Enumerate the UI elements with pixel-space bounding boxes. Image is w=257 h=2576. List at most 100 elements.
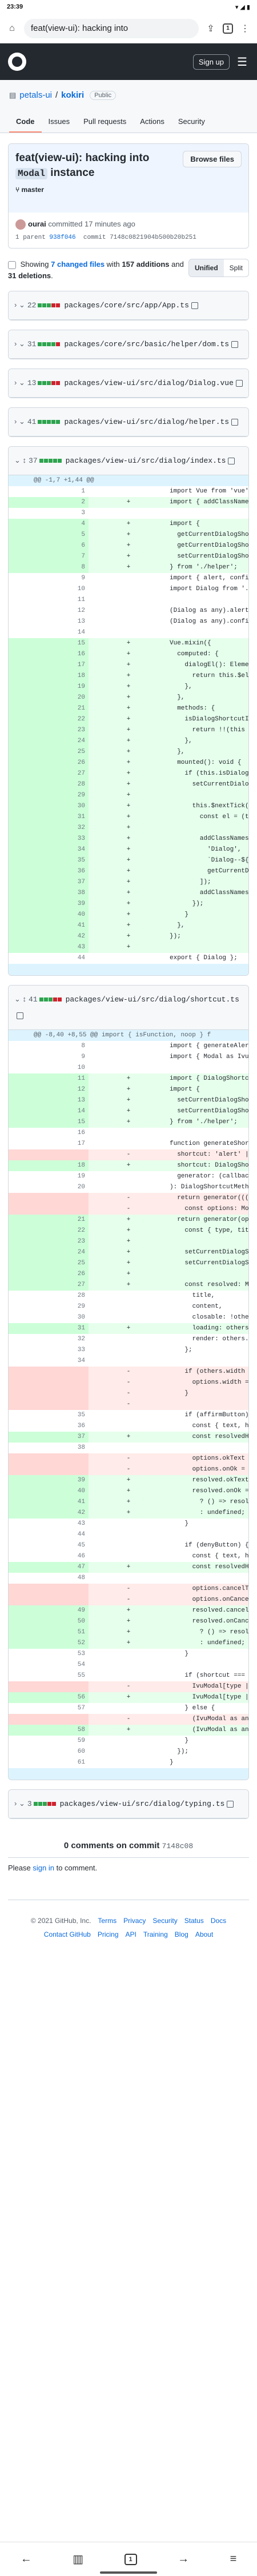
forward-icon[interactable]: → <box>178 2553 189 2566</box>
line-number[interactable]: 26 <box>9 758 89 768</box>
line-number[interactable]: 58 <box>9 1725 89 1736</box>
line-number[interactable]: 11 <box>9 1073 89 1084</box>
address-bar[interactable]: feat(view-ui): hacking into <box>24 18 199 38</box>
line-number[interactable]: 30 <box>9 1312 89 1323</box>
line-number[interactable]: 41 <box>9 920 89 931</box>
line-number[interactable] <box>9 1149 89 1160</box>
footer-link-blog[interactable]: Blog <box>175 1928 188 1941</box>
expand-collapse-icon[interactable]: ⌄ ↕ <box>14 995 26 1003</box>
line-number[interactable]: 22 <box>9 1225 89 1236</box>
line-number[interactable] <box>9 1584 89 1595</box>
expand-collapse-icon[interactable]: › ⌄ <box>14 339 25 348</box>
line-number[interactable]: 51 <box>9 1627 89 1638</box>
line-number[interactable]: 43 <box>9 942 89 953</box>
line-number[interactable]: 1 <box>9 486 89 497</box>
branch-label[interactable]: ⑂ master <box>15 186 242 194</box>
expand-collapse-icon[interactable]: › ⌄ <box>14 301 25 309</box>
expand-row[interactable] <box>9 964 248 975</box>
line-number[interactable]: 11 <box>9 595 89 606</box>
copy-path-icon[interactable] <box>231 418 239 426</box>
home-icon[interactable]: ⌂ <box>6 22 18 35</box>
line-number[interactable]: 47 <box>9 1562 89 1573</box>
line-number[interactable]: 61 <box>9 1757 89 1768</box>
line-number[interactable]: 40 <box>9 910 89 920</box>
line-number[interactable]: 17 <box>9 1139 89 1149</box>
line-number[interactable]: 21 <box>9 1215 89 1225</box>
share-icon[interactable]: ⇪ <box>204 22 217 35</box>
footer-link-about[interactable]: About <box>195 1928 213 1941</box>
repo-name-link[interactable]: kokiri <box>61 90 84 100</box>
copy-path-icon[interactable] <box>231 340 239 348</box>
expand-row[interactable] <box>9 1768 248 1780</box>
tabs-icon[interactable]: 1 <box>124 2553 137 2565</box>
line-number[interactable]: 12 <box>9 606 89 616</box>
line-number[interactable] <box>9 1367 89 1377</box>
line-number[interactable]: 49 <box>9 1605 89 1616</box>
expand-collapse-icon[interactable]: › ⌄ <box>14 417 25 426</box>
copy-path-icon[interactable] <box>17 1012 23 1019</box>
line-number[interactable]: 13 <box>9 1095 89 1106</box>
line-number[interactable] <box>9 1377 89 1388</box>
line-number[interactable]: 16 <box>9 1128 89 1139</box>
line-number[interactable]: 24 <box>9 736 89 747</box>
line-number[interactable]: 46 <box>9 1551 89 1562</box>
file-path[interactable]: packages/view-ui/src/dialog/Dialog.vue <box>64 379 233 387</box>
tab-count-icon[interactable]: 1 <box>223 23 233 34</box>
line-number[interactable]: 19 <box>9 1171 89 1182</box>
line-number[interactable]: 27 <box>9 768 89 779</box>
footer-link-status[interactable]: Status <box>184 1914 204 1928</box>
line-number[interactable]: 8 <box>9 1041 89 1052</box>
file-path[interactable]: packages/view-ui/src/dialog/typing.ts <box>60 1800 225 1808</box>
line-number[interactable]: 6 <box>9 540 89 551</box>
signin-link[interactable]: sign in <box>33 1864 54 1872</box>
more-menu-icon[interactable]: ⋮ <box>239 22 251 35</box>
show-files-checkbox[interactable] <box>8 261 16 269</box>
line-number[interactable]: 23 <box>9 1236 89 1247</box>
line-number[interactable]: 8 <box>9 562 89 573</box>
line-number[interactable]: 17 <box>9 660 89 671</box>
line-number[interactable]: 38 <box>9 888 89 899</box>
line-number[interactable]: 28 <box>9 1291 89 1301</box>
line-number[interactable]: 4 <box>9 519 89 530</box>
line-number[interactable]: 57 <box>9 1703 89 1714</box>
line-number[interactable]: 42 <box>9 1508 89 1519</box>
line-number[interactable]: 9 <box>9 1052 89 1063</box>
line-number[interactable]: 60 <box>9 1746 89 1757</box>
line-number[interactable] <box>9 1714 89 1725</box>
line-number[interactable]: 34 <box>9 844 89 855</box>
line-number[interactable]: 31 <box>9 1323 89 1334</box>
line-number[interactable]: 13 <box>9 616 89 627</box>
line-number[interactable] <box>9 1595 89 1605</box>
line-number[interactable]: 10 <box>9 1063 89 1073</box>
line-number[interactable]: 43 <box>9 1519 89 1529</box>
copy-path-icon[interactable] <box>191 302 198 309</box>
file-path[interactable]: packages/view-ui/src/dialog/shortcut.ts <box>66 995 239 1004</box>
footer-link-terms[interactable]: Terms <box>98 1914 117 1928</box>
line-number[interactable]: 19 <box>9 682 89 692</box>
line-number[interactable]: 15 <box>9 1117 89 1128</box>
line-number[interactable]: 35 <box>9 1410 89 1421</box>
line-number[interactable]: 55 <box>9 1670 89 1681</box>
line-number[interactable]: 38 <box>9 1443 89 1453</box>
line-number[interactable]: 28 <box>9 779 89 790</box>
tab-issues[interactable]: Issues <box>42 113 77 133</box>
line-number[interactable]: 42 <box>9 931 89 942</box>
line-number[interactable]: 37 <box>9 1432 89 1443</box>
line-number[interactable]: 41 <box>9 1497 89 1508</box>
expand-collapse-icon[interactable]: ⌄ ↕ <box>14 456 26 464</box>
line-number[interactable]: 45 <box>9 1540 89 1551</box>
file-path[interactable]: packages/view-ui/src/dialog/index.ts <box>66 456 226 465</box>
line-number[interactable]: 48 <box>9 1573 89 1584</box>
copy-path-icon[interactable] <box>227 1800 234 1808</box>
line-number[interactable]: 44 <box>9 953 89 964</box>
menu-icon[interactable]: ≡ <box>230 2553 237 2566</box>
line-number[interactable]: 34 <box>9 1356 89 1367</box>
line-number[interactable]: 36 <box>9 1421 89 1432</box>
line-number[interactable]: 39 <box>9 1475 89 1486</box>
line-number[interactable]: 7 <box>9 551 89 562</box>
footer-link-privacy[interactable]: Privacy <box>123 1914 146 1928</box>
footer-link-pricing[interactable]: Pricing <box>98 1928 119 1941</box>
line-number[interactable] <box>9 1399 89 1410</box>
line-number[interactable]: 26 <box>9 1269 89 1280</box>
line-number[interactable]: 24 <box>9 1247 89 1258</box>
